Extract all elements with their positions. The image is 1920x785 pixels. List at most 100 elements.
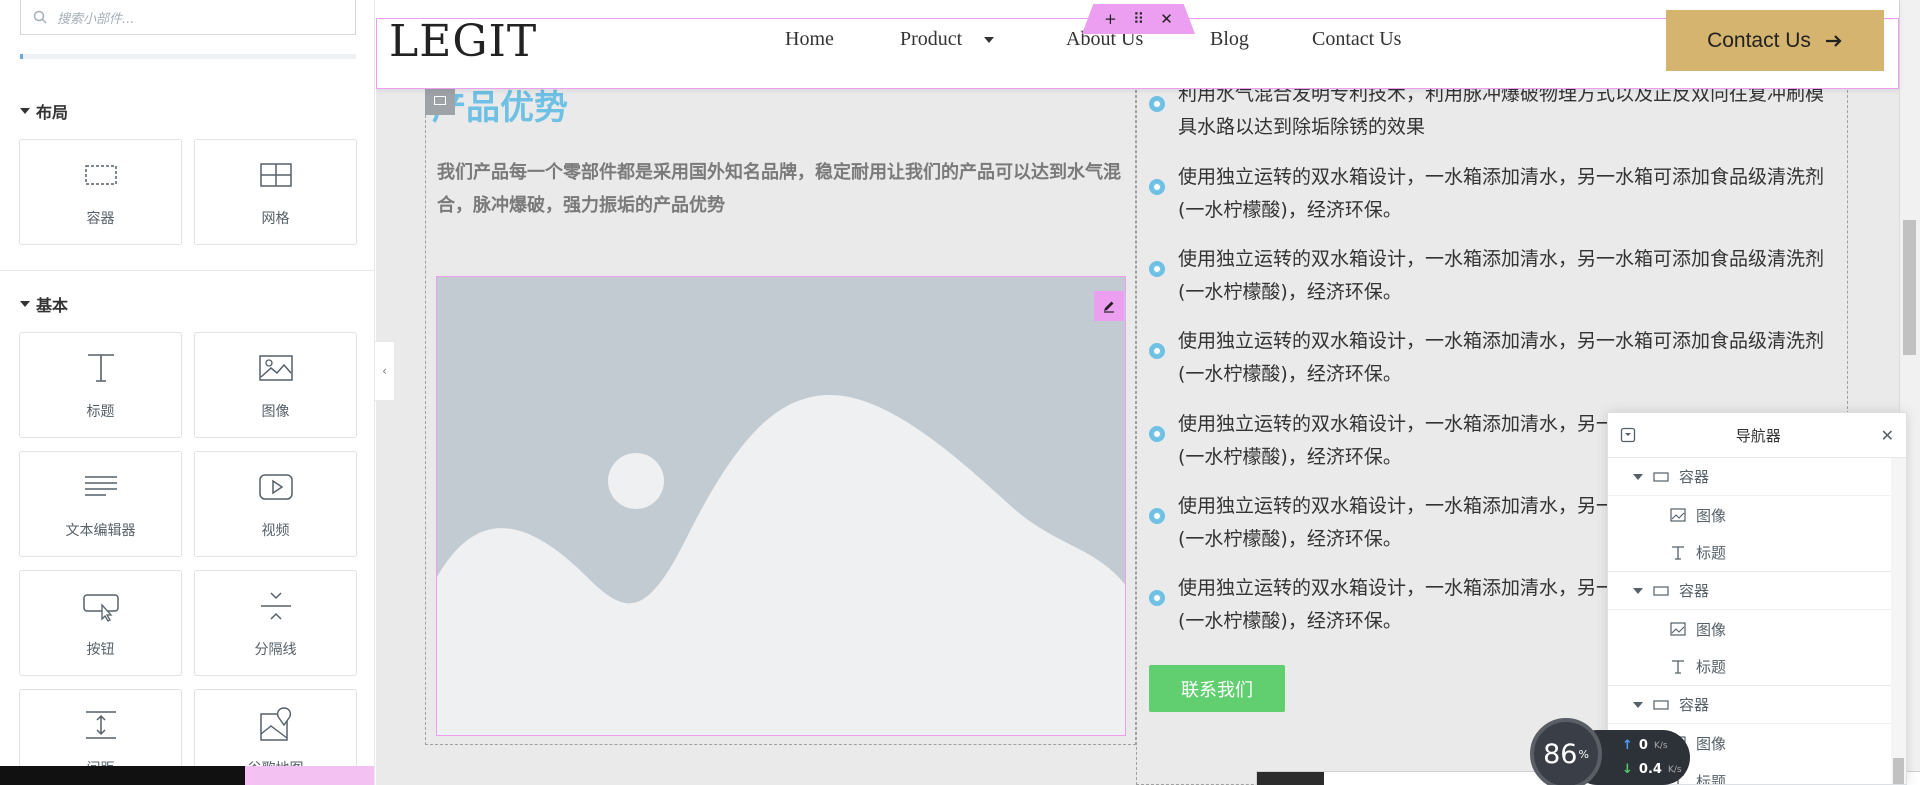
navigator-scrollbar[interactable] [1891,458,1906,784]
widget-button[interactable]: 按钮 [19,570,182,676]
arrow-up-icon: ↑ [1622,738,1633,753]
cta-label: Contact Us [1707,28,1811,52]
header-contact-button[interactable]: Contact Us [1666,10,1884,71]
column-icon [434,95,446,105]
canvas-scrollbar-thumb[interactable] [1903,220,1916,355]
bullet-icon [1149,508,1165,524]
caret-down-icon [20,301,30,307]
site-logo[interactable]: LEGIT [389,16,537,67]
add-section-icon[interactable]: + [1104,10,1117,28]
heading-icon [87,354,114,382]
widget-container[interactable]: 容器 [19,139,182,245]
navigator-item-label: 容器 [1679,696,1710,714]
network-speed-widget[interactable]: ↑ 0 K/s ↓ 0.4 K/s 86% [1530,718,1690,785]
widget-heading[interactable]: 标题 [19,332,182,438]
container-icon [1653,471,1669,482]
nav-label: Home [785,28,834,50]
search-placeholder: 搜索小部件... [57,11,135,27]
container-icon [84,165,117,185]
image-icon [1670,622,1686,636]
section-description: 我们产品每一个零部件都是采用国外知名品牌，稳定耐用让我们的产品可以达到水气混合，… [437,162,1121,216]
upload-speed: ↑ 0 K/s [1622,738,1668,753]
image-placeholder[interactable] [436,276,1126,736]
close-icon[interactable]: ✕ [1881,426,1894,445]
usage-percent: 86 [1543,738,1578,770]
navigator-item-container[interactable]: 容器 [1608,458,1906,496]
navigator-item-image[interactable]: 图像 [1608,496,1906,534]
widget-search-input[interactable]: 搜索小部件... [20,0,356,35]
widget-label: 标题 [86,404,115,420]
placeholder-image-icon [437,277,1125,735]
contact-us-button[interactable]: 联系我们 [1149,665,1285,712]
section-toggle-layout[interactable]: 布局 [20,99,68,123]
nav-blog[interactable]: Blog [1210,28,1249,51]
widget-image[interactable]: 图像 [194,332,357,438]
widget-video[interactable]: 视频 [194,451,357,557]
spacer-icon [85,711,116,739]
collapse-icon[interactable] [1620,427,1636,443]
heading-icon [1672,545,1684,560]
caret-down-icon [20,108,30,114]
panel-collapse-button[interactable]: ‹ [375,341,395,401]
section-title: 布局 [36,103,69,122]
bullet-icon [1149,96,1165,112]
text-editor-icon [84,476,117,496]
image-icon [258,355,293,381]
widget-label: 视频 [261,523,290,539]
bullet-icon [1149,179,1165,195]
navigator-title: 导航器 [1735,426,1781,445]
column-handle[interactable] [425,85,455,115]
navigator-item-label: 图像 [1696,620,1727,639]
taskbar [0,766,245,785]
feature-item: 使用独立运转的双水箱设计，一水箱添加清水，另一水箱可添加食品级清洗剂(一水柠檬酸… [1149,243,1849,309]
download-speed: ↓ 0.4 K/s [1622,762,1682,777]
caret-down-icon [1633,473,1643,480]
widget-label: 容器 [86,211,115,227]
widget-label: 图像 [261,404,290,420]
nav-contact[interactable]: Contact Us [1312,28,1401,51]
rate-unit: K/s [1653,740,1668,751]
pencil-icon [1104,301,1114,313]
chevron-left-icon: ‹ [382,364,387,378]
feature-text: 使用独立运转的双水箱设计，一水箱添加清水，另一水箱可添加食品级清洗剂(一水柠檬酸… [1178,166,1825,221]
image-icon [1670,508,1686,522]
upload-value: 0 [1638,738,1648,753]
caret-down-icon [984,36,995,43]
widget-label: 文本编辑器 [65,523,136,539]
navigator-item-heading[interactable]: 标题 [1608,534,1906,572]
drag-handle-icon[interactable]: ⠿ [1133,10,1144,28]
nav-product[interactable]: Product [900,28,995,51]
close-icon[interactable]: ✕ [1160,10,1173,28]
widget-label: 分隔线 [254,642,297,658]
navigator-item-image[interactable]: 图像 [1608,610,1906,648]
navigator-item-label: 标题 [1696,772,1727,785]
feature-text: 使用独立运转的双水箱设计，一水箱添加清水，另一水箱可添加食品级清洗剂(一水柠檬酸… [1178,330,1825,385]
navigator-item-label: 标题 [1696,658,1727,676]
image-edit-button[interactable] [1094,291,1124,321]
section-divider [0,270,374,271]
divider-icon [260,592,291,620]
widget-text-editor[interactable]: 文本编辑器 [19,451,182,557]
bullet-icon [1149,590,1165,606]
widget-grid[interactable]: 网格 [194,139,357,245]
navigator-item-heading[interactable]: 标题 [1608,648,1906,686]
feature-item: 使用独立运转的双水箱设计，一水箱添加清水，另一水箱可添加食品级清洗剂(一水柠檬酸… [1149,325,1849,391]
arrow-right-icon [1825,34,1842,47]
container-icon [1653,585,1669,596]
nav-home[interactable]: Home [785,28,834,51]
button-icon [82,594,119,622]
usage-unit: % [1578,747,1589,761]
widget-divider[interactable]: 分隔线 [194,570,357,676]
grid-icon [259,163,292,187]
widget-panel: 搜索小部件... 布局 容器 网格 基本 标题 图像 文本编辑器 视频 按钮 分… [0,0,375,785]
navigator-item-label: 图像 [1696,506,1727,525]
feature-text: 使用独立运转的双水箱设计，一水箱添加清水，另一水箱可添加食品级清洗剂(一水柠檬酸… [1178,248,1825,303]
section-toolbar: + ⠿ ✕ [1082,4,1195,34]
download-value: 0.4 [1638,762,1662,777]
section-toggle-basic[interactable]: 基本 [20,292,68,316]
feature-item: 使用独立运转的双水箱设计，一水箱添加清水，另一水箱可添加食品级清洗剂(一水柠檬酸… [1149,161,1849,227]
navigator-header[interactable]: 导航器 ✕ [1608,413,1906,458]
caret-down-icon [1633,587,1643,594]
usage-gauge: 86% [1530,718,1602,785]
navigator-item-container[interactable]: 容器 [1608,572,1906,610]
